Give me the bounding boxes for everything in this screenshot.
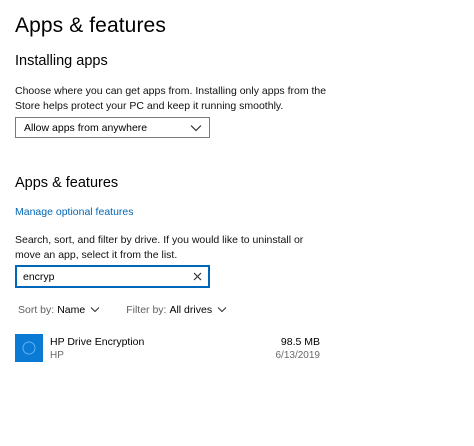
chevron-down-icon xyxy=(190,124,202,132)
filter-by-dropdown[interactable]: Filter by: All drives xyxy=(126,304,229,316)
apps-list-description: Search, sort, and filter by drive. If yo… xyxy=(15,234,304,261)
app-source-dropdown-value: Allow apps from anywhere xyxy=(24,121,148,134)
sort-by-label: Sort by: xyxy=(18,304,55,316)
filter-by-value: All drives xyxy=(169,304,213,316)
installing-apps-description: Choose where you can get apps from. Inst… xyxy=(15,85,327,112)
app-search-box[interactable] xyxy=(15,265,210,288)
app-name: HP Drive Encryption xyxy=(50,336,145,348)
installing-apps-heading: Installing apps xyxy=(15,53,108,69)
chevron-down-icon xyxy=(90,306,102,314)
app-install-date: 6/13/2019 xyxy=(275,350,321,361)
sort-by-value: Name xyxy=(57,304,86,316)
app-publisher: HP xyxy=(50,350,64,361)
settings-page: Apps & features Installing apps Choose w… xyxy=(0,0,474,446)
app-search-input[interactable] xyxy=(23,270,192,283)
hp-drive-encryption-icon xyxy=(15,334,43,362)
clear-icon[interactable] xyxy=(192,272,202,282)
filter-by-label: Filter by: xyxy=(126,304,167,316)
manage-optional-features-link[interactable]: Manage optional features xyxy=(15,206,134,218)
list-item[interactable]: HP Drive Encryption HP 98.5 MB 6/13/2019 xyxy=(15,333,325,363)
app-source-dropdown[interactable]: Allow apps from anywhere xyxy=(15,117,210,138)
sort-by-dropdown[interactable]: Sort by: Name xyxy=(18,304,102,316)
apps-features-heading: Apps & features xyxy=(15,175,119,191)
app-size: 98.5 MB xyxy=(280,336,320,348)
chevron-down-icon xyxy=(217,306,229,314)
sort-filter-bar: Sort by: Name Filter by: All drives xyxy=(18,304,229,316)
page-title: Apps & features xyxy=(15,14,166,37)
